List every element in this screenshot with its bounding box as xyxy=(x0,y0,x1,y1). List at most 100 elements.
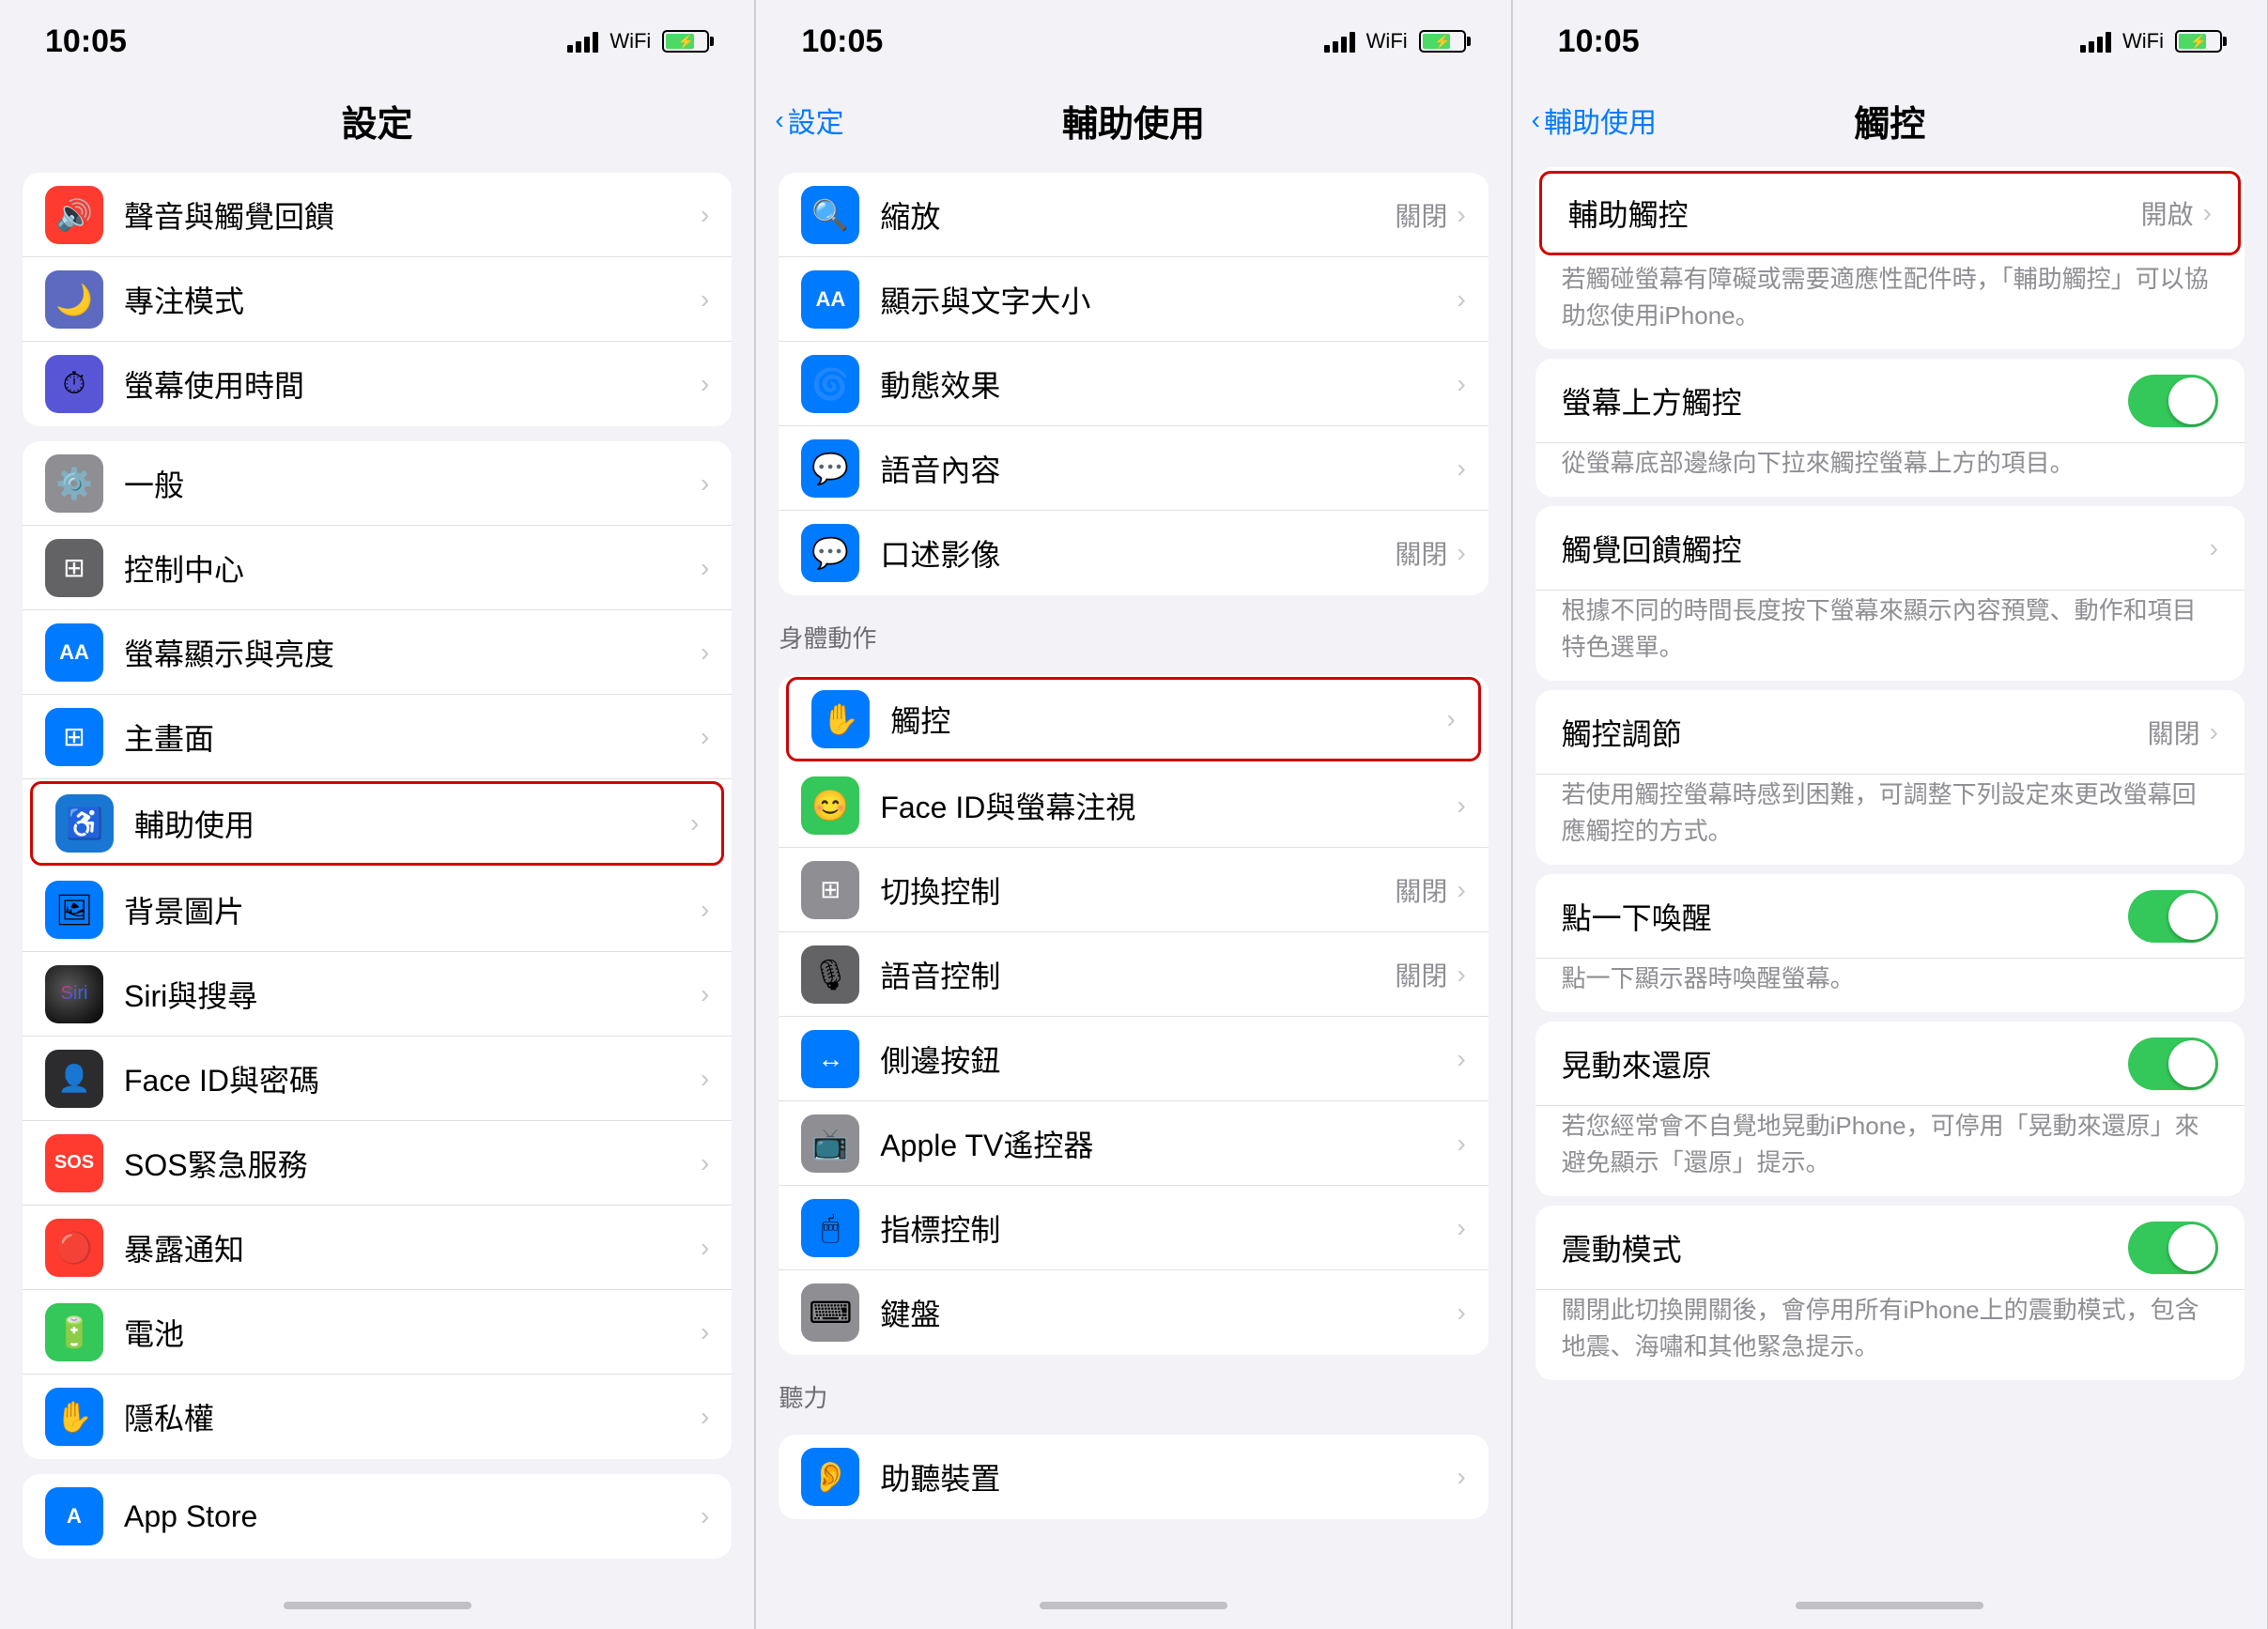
status-icons-1: WiFi ⚡ xyxy=(567,29,709,54)
accessibility-icon: ♿ xyxy=(55,794,114,853)
acc-row-spoken[interactable]: 💬 語音內容 › xyxy=(779,426,1488,511)
touch-row-vibration[interactable]: 震動模式 xyxy=(1535,1206,2245,1290)
toggle-shake[interactable] xyxy=(2128,1037,2218,1090)
battery-icon-3: ⚡ xyxy=(2175,30,2222,53)
switch-value: 關閉 xyxy=(1395,871,1447,909)
privacy-icon: ✋ xyxy=(45,1388,103,1446)
settings-row-home[interactable]: ⊞ 主畫面 › xyxy=(23,695,732,779)
signal-bar-2 xyxy=(576,41,581,53)
acc-row-appletv[interactable]: 📺 Apple TV遙控器 › xyxy=(779,1101,1488,1186)
keyboard-label: 鍵盤 xyxy=(880,1291,1457,1334)
settings-row-sound[interactable]: 🔊 聲音與觸覺回饋 › xyxy=(23,173,732,257)
exposure-label: 暴露通知 xyxy=(124,1226,701,1269)
scroll-content-1[interactable]: 🔊 聲音與觸覺回饋 › 🌙 專注模式 › ⏱ 螢幕使用時間 › xyxy=(0,158,754,1582)
accommodations-value: 關閉 xyxy=(2148,714,2200,751)
status-bar-1: 10:05 WiFi ⚡ xyxy=(0,0,754,83)
chevron-hearing: › xyxy=(1457,1462,1465,1492)
control-label: 控制中心 xyxy=(124,546,701,590)
acc-row-touch[interactable]: ✋ 觸控 › xyxy=(786,677,1480,761)
keyboard-icon: ⌨ xyxy=(801,1283,859,1342)
chevron-general: › xyxy=(701,469,709,499)
scroll-content-3[interactable]: 輔助觸控 開啟 › 若觸碰螢幕有障礙或需要適應性配件時，「輔助觸控」可以協助您使… xyxy=(1513,158,2267,1582)
touch-row-accommodations[interactable]: 觸控調節 關閉 › xyxy=(1535,690,2245,775)
settings-row-appstore[interactable]: A App Store › xyxy=(23,1474,732,1559)
acc-row-motion[interactable]: 🌀 動態效果 › xyxy=(779,342,1488,426)
scroll-content-2[interactable]: 🔍 縮放 關閉 › AA 顯示與文字大小 › 🌀 動態效果 › xyxy=(756,158,1510,1582)
touch-section-tap: 點一下喚醒 點一下顯示器時喚醒螢幕。 xyxy=(1535,874,2245,1012)
chevron-home: › xyxy=(701,722,709,752)
battery-icon-2: ⚡ xyxy=(1419,30,1466,53)
acc-row-faceid-gaze[interactable]: 😊 Face ID與螢幕注視 › xyxy=(779,763,1488,848)
touch-row-assistive[interactable]: 輔助觸控 開啟 › xyxy=(1539,171,2241,255)
vibration-desc: 關閉此切換開關後，會停用所有iPhone上的震動模式，包含地震、海嘯和其他緊急提… xyxy=(1535,1290,2245,1380)
acc-row-zoom[interactable]: 🔍 縮放 關閉 › xyxy=(779,173,1488,257)
settings-row-siri[interactable]: Siri Siri與搜尋 › xyxy=(23,952,732,1037)
zoom-icon: 🔍 xyxy=(801,186,859,244)
acc-section-2: ✋ 觸控 › 😊 Face ID與螢幕注視 › ⊞ 切換控制 關閉 › xyxy=(779,675,1488,1355)
motion-label: 動態效果 xyxy=(880,362,1457,406)
settings-row-control[interactable]: ⊞ 控制中心 › xyxy=(23,526,732,610)
settings-row-accessibility[interactable]: ♿ 輔助使用 › xyxy=(30,781,724,866)
assistive-touch-label: 輔助觸控 xyxy=(1568,192,2141,235)
touch-row-tap[interactable]: 點一下喚醒 xyxy=(1535,874,2245,959)
body-section-label: 身體動作 xyxy=(756,610,1510,660)
chevron-faceid-gaze: › xyxy=(1457,791,1465,821)
acc-row-voice[interactable]: 🎙 語音控制 關閉 › xyxy=(779,932,1488,1017)
acc-row-pointer[interactable]: 🖱 指標控制 › xyxy=(779,1186,1488,1270)
settings-row-general[interactable]: ⚙️ 一般 › xyxy=(23,441,732,526)
faceid-gaze-label: Face ID與螢幕注視 xyxy=(880,784,1457,827)
settings-row-battery[interactable]: 🔋 電池 › xyxy=(23,1290,732,1375)
acc-row-keyboard[interactable]: ⌨ 鍵盤 › xyxy=(779,1270,1488,1355)
acc-row-switch[interactable]: ⊞ 切換控制 關閉 › xyxy=(779,848,1488,932)
settings-row-wallpaper[interactable]: 🖼 背景圖片 › xyxy=(23,868,732,952)
settings-row-exposure[interactable]: 🔴 暴露通知 › xyxy=(23,1206,732,1290)
panel-touch: 10:05 WiFi ⚡ ‹ 輔助使用 觸控 xyxy=(1513,0,2268,1629)
home-label: 主畫面 xyxy=(124,715,701,759)
page-title-2: 輔助使用 xyxy=(1062,95,1205,146)
side-icon: ↔ xyxy=(801,1030,859,1088)
shake-label: 晃動來還原 xyxy=(1562,1042,2128,1085)
touch-section-top: 螢幕上方觸控 從螢幕底部邊緣向下拉來觸控螢幕上方的項目。 xyxy=(1535,359,2245,497)
page-title-bar-1: 設定 xyxy=(0,83,754,158)
focus-icon: 🌙 xyxy=(45,270,103,329)
switch-icon: ⊞ xyxy=(801,861,859,919)
back-button-2[interactable]: ‹ 設定 xyxy=(775,100,843,141)
appletv-label: Apple TV遙控器 xyxy=(880,1122,1457,1165)
acc-section-3: 👂 助聽裝置 › xyxy=(779,1435,1488,1519)
acc-row-audio-desc[interactable]: 💬 口述影像 關閉 › xyxy=(779,511,1488,595)
general-icon: ⚙️ xyxy=(45,454,103,513)
touch-section-vibration: 震動模式 關閉此切換開關後，會停用所有iPhone上的震動模式，包含地震、海嘯和… xyxy=(1535,1206,2245,1380)
faceid-label: Face ID與密碼 xyxy=(124,1057,701,1100)
settings-row-display[interactable]: AA 螢幕顯示與亮度 › xyxy=(23,610,732,695)
battery-icon-row: 🔋 xyxy=(45,1303,103,1361)
settings-row-privacy[interactable]: ✋ 隱私權 › xyxy=(23,1375,732,1459)
settings-row-screen-time[interactable]: ⏱ 螢幕使用時間 › xyxy=(23,342,732,426)
chevron-accessibility: › xyxy=(690,808,699,838)
touch-row-top[interactable]: 螢幕上方觸控 xyxy=(1535,359,2245,443)
back-label-2: 設定 xyxy=(788,100,844,141)
haptic-desc: 根據不同的時間長度按下螢幕來顯示內容預覽、動作和項目特色選單。 xyxy=(1535,591,2245,681)
settings-row-sos[interactable]: SOS SOS緊急服務 › xyxy=(23,1121,732,1206)
wifi-icon-1: WiFi xyxy=(609,29,651,54)
toggle-vibration[interactable] xyxy=(2128,1222,2218,1274)
back-button-3[interactable]: ‹ 輔助使用 xyxy=(1532,100,1657,141)
display-text-icon: AA xyxy=(801,270,859,329)
touch-row-haptic[interactable]: 觸覺回饋觸控 › xyxy=(1535,506,2245,591)
toggle-top-touch[interactable] xyxy=(2128,375,2218,427)
appstore-label: App Store xyxy=(124,1499,701,1534)
acc-row-hearing[interactable]: 👂 助聽裝置 › xyxy=(779,1435,1488,1519)
settings-row-focus[interactable]: 🌙 專注模式 › xyxy=(23,257,732,342)
chevron-appstore: › xyxy=(701,1501,709,1531)
acc-row-side[interactable]: ↔ 側邊按鈕 › xyxy=(779,1017,1488,1101)
voice-label: 語音控制 xyxy=(880,953,1395,996)
touch-row-shake[interactable]: 晃動來還原 xyxy=(1535,1022,2245,1106)
toggle-tap[interactable] xyxy=(2128,890,2218,943)
accessibility-label: 輔助使用 xyxy=(134,802,690,845)
back-chevron-3: ‹ xyxy=(1532,105,1540,135)
chevron-assistive: › xyxy=(2203,198,2212,228)
exposure-icon: 🔴 xyxy=(45,1219,103,1277)
status-time-2: 10:05 xyxy=(801,23,883,60)
acc-row-display-text[interactable]: AA 顯示與文字大小 › xyxy=(779,257,1488,342)
settings-row-faceid[interactable]: 👤 Face ID與密碼 › xyxy=(23,1037,732,1121)
touch-section-assistive: 輔助觸控 開啟 › 若觸碰螢幕有障礙或需要適應性配件時，「輔助觸控」可以協助您使… xyxy=(1535,167,2245,349)
